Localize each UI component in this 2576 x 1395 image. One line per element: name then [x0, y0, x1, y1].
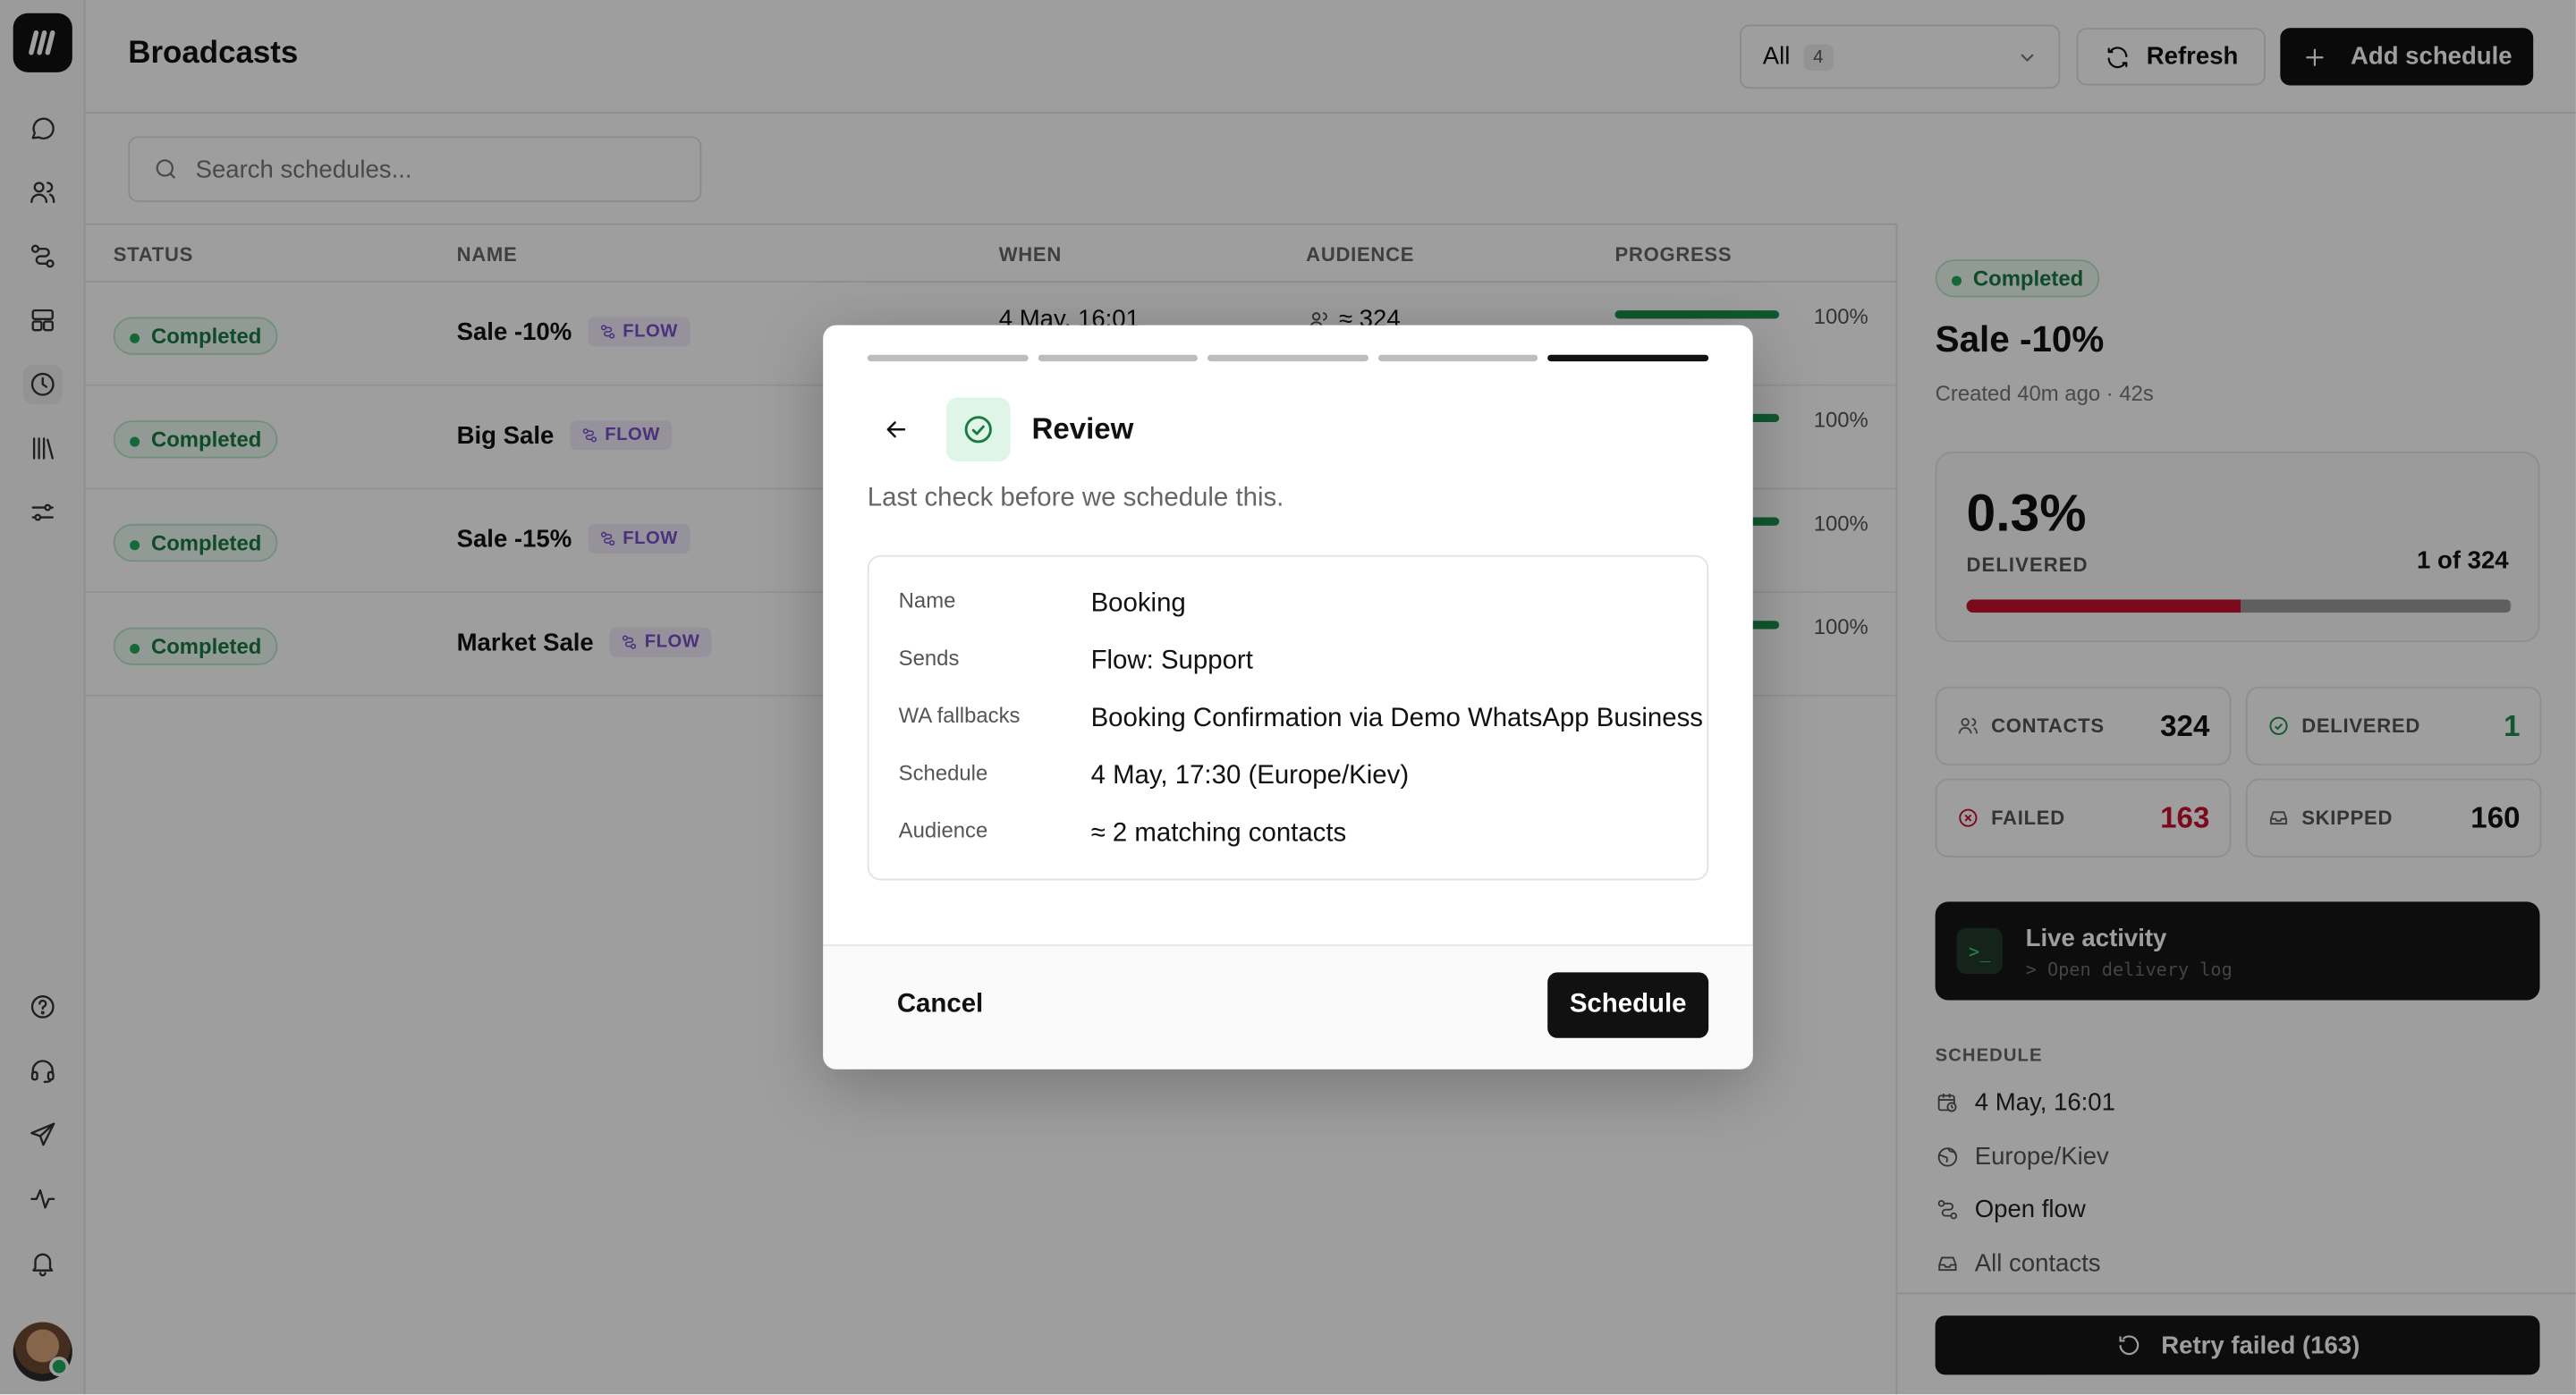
review-value: Flow: Support	[1090, 647, 1253, 675]
schedule-button[interactable]: Schedule	[1547, 972, 1709, 1038]
dialog-title: Review	[1031, 412, 1134, 445]
app-root: Broadcasts All 4 Refresh Add schedule Se…	[0, 0, 2576, 1395]
review-value: Booking Confirmation via Demo WhatsApp B…	[1090, 704, 1703, 733]
wizard-step	[1038, 354, 1199, 362]
wizard-step	[1208, 354, 1368, 362]
review-key: Audience	[898, 817, 988, 843]
wizard-step	[1547, 354, 1709, 362]
dialog-footer: Cancel Schedule	[823, 944, 1753, 1070]
review-summary-card: Name Booking Sends Flow: Support WA fall…	[867, 554, 1709, 881]
check-circle-icon	[945, 397, 1011, 462]
wizard-progress-steps	[867, 354, 1709, 362]
dialog-subtitle: Last check before we schedule this.	[867, 484, 1284, 513]
back-button[interactable]	[876, 409, 915, 448]
review-key: Sends	[898, 645, 960, 671]
wizard-step	[1377, 354, 1538, 362]
review-value: ≈ 2 matching contacts	[1090, 819, 1347, 848]
review-schedule-dialog: Review Last check before we schedule thi…	[823, 325, 1753, 1070]
wizard-step	[867, 354, 1029, 362]
review-key: WA fallbacks	[898, 703, 1021, 728]
cancel-button[interactable]: Cancel	[874, 972, 1006, 1037]
arrow-left-icon	[886, 420, 905, 437]
review-key: Schedule	[898, 760, 988, 785]
review-value: Booking	[1090, 589, 1186, 618]
review-value: 4 May, 17:30 (Europe/Kiev)	[1090, 762, 1410, 790]
review-key: Name	[898, 588, 956, 613]
